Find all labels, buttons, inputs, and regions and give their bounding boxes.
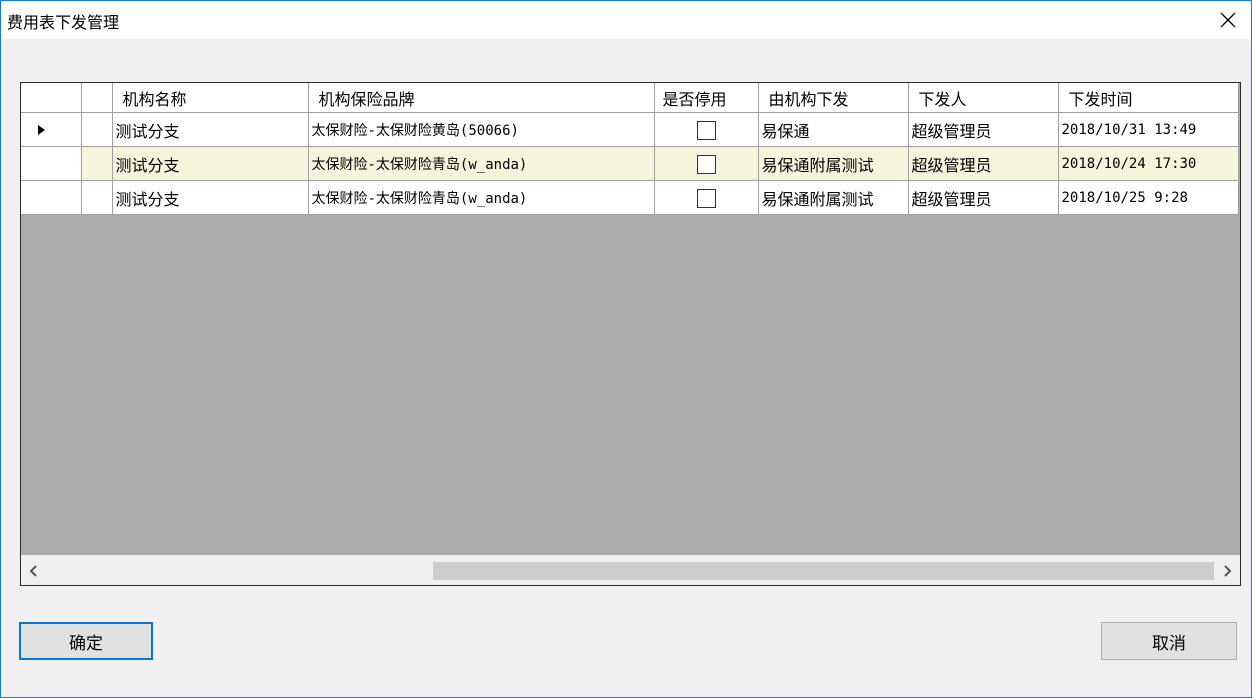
cell-issuer[interactable]: 超级管理员 — [908, 180, 1059, 215]
scroll-left-icon[interactable] — [23, 556, 43, 585]
cell-time[interactable]: 2018/10/31 13:49 — [1058, 112, 1239, 147]
empty-cell[interactable] — [81, 146, 113, 181]
cell-org[interactable]: 测试分支 — [112, 112, 309, 147]
column-header-disabled[interactable]: 是否停用 — [654, 83, 759, 113]
cell-brand[interactable]: 太保财险-太保财险黄岛(50066) — [308, 112, 655, 147]
close-icon[interactable] — [1205, 1, 1251, 39]
ok-button[interactable]: 确定 — [19, 622, 153, 660]
cell-org[interactable]: 测试分支 — [112, 146, 309, 181]
title-bar: 费用表下发管理 — [1, 1, 1251, 39]
cell-disabled[interactable] — [654, 180, 759, 215]
table-row[interactable]: 测试分支 太保财险-太保财险黄岛(50066) 易保通 超级管理员 2018/1… — [21, 112, 1239, 147]
cell-dispatch-org[interactable]: 易保通附属测试 — [758, 146, 909, 181]
cell-disabled[interactable] — [654, 146, 759, 181]
disabled-checkbox[interactable] — [696, 120, 716, 140]
grid-corner-cell[interactable] — [21, 83, 82, 113]
row-header[interactable] — [21, 180, 82, 215]
column-header-brand[interactable]: 机构保险品牌 — [308, 83, 655, 113]
dialog-window: 费用表下发管理 机构名称 机构保险品牌 是否停用 由机构下发 下发人 下发时间 — [0, 0, 1252, 698]
scroll-right-icon[interactable] — [1218, 556, 1238, 585]
cell-org[interactable]: 测试分支 — [112, 180, 309, 215]
header-row: 机构名称 机构保险品牌 是否停用 由机构下发 下发人 下发时间 — [21, 83, 1239, 113]
cell-issuer[interactable]: 超级管理员 — [908, 146, 1059, 181]
cell-brand[interactable]: 太保财险-太保财险青岛(w_anda) — [308, 180, 655, 215]
empty-cell[interactable] — [81, 112, 113, 147]
column-header-issuer[interactable]: 下发人 — [908, 83, 1059, 113]
empty-cell[interactable] — [81, 180, 113, 215]
cell-disabled[interactable] — [654, 112, 759, 147]
empty-column-header[interactable] — [81, 83, 113, 113]
column-header-dispatch-org[interactable]: 由机构下发 — [758, 83, 909, 113]
current-row-arrow-icon — [37, 125, 45, 135]
scrollbar-thumb[interactable] — [433, 562, 1214, 580]
grid-table: 机构名称 机构保险品牌 是否停用 由机构下发 下发人 下发时间 测试分支 太保财… — [21, 83, 1239, 215]
cell-dispatch-org[interactable]: 易保通附属测试 — [758, 180, 909, 215]
cell-dispatch-org[interactable]: 易保通 — [758, 112, 909, 147]
cancel-button[interactable]: 取消 — [1101, 622, 1237, 660]
column-header-org[interactable]: 机构名称 — [112, 83, 309, 113]
cell-time[interactable]: 2018/10/25 9:28 — [1058, 180, 1239, 215]
table-row[interactable]: 测试分支 太保财险-太保财险青岛(w_anda) 易保通附属测试 超级管理员 2… — [21, 146, 1239, 181]
column-header-time[interactable]: 下发时间 — [1058, 83, 1239, 113]
disabled-checkbox[interactable] — [696, 154, 716, 174]
row-header[interactable] — [21, 146, 82, 181]
cell-brand[interactable]: 太保财险-太保财险青岛(w_anda) — [308, 146, 655, 181]
table-row[interactable]: 测试分支 太保财险-太保财险青岛(w_anda) 易保通附属测试 超级管理员 2… — [21, 180, 1239, 215]
window-title: 费用表下发管理 — [7, 13, 120, 32]
cell-time[interactable]: 2018/10/24 17:30 — [1058, 146, 1239, 181]
data-grid[interactable]: 机构名称 机构保险品牌 是否停用 由机构下发 下发人 下发时间 测试分支 太保财… — [20, 82, 1241, 586]
row-header[interactable] — [21, 112, 82, 147]
cell-issuer[interactable]: 超级管理员 — [908, 112, 1059, 147]
disabled-checkbox[interactable] — [696, 188, 716, 208]
horizontal-scrollbar[interactable] — [21, 555, 1240, 585]
